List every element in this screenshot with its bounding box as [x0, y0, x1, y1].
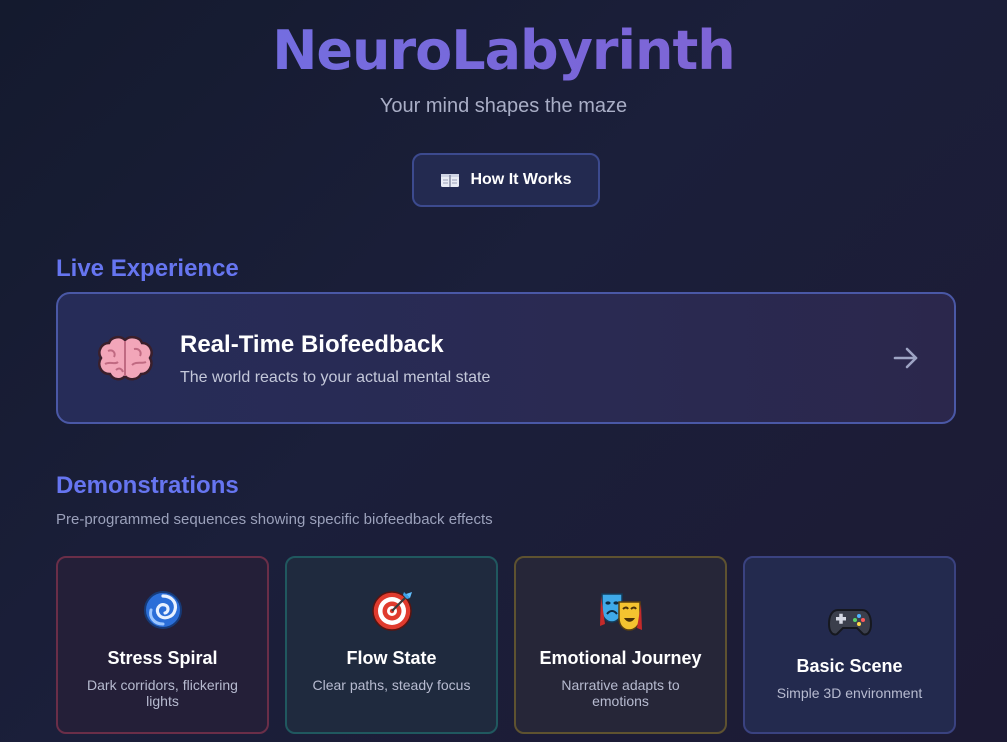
theater-masks-icon	[599, 593, 642, 631]
demo-card-stress-spiral[interactable]: Stress Spiral Dark corridors, flickering…	[56, 556, 269, 734]
book-icon	[441, 174, 460, 187]
demo-card-title: Basic Scene	[796, 656, 903, 676]
demo-card-flow-state[interactable]: Flow State Clear paths, steady focus	[285, 556, 498, 734]
card-description: The world reacts to your actual mental s…	[180, 369, 491, 386]
demo-card-description: Narrative adapts to emotions	[561, 677, 680, 709]
demo-card-title: Emotional Journey	[539, 648, 702, 668]
how-it-works-label: How It Works	[470, 171, 572, 188]
how-it-works-button[interactable]: How It Works	[412, 153, 600, 207]
app-title: NeuroLabyrinth	[0, 16, 1007, 86]
gamepad-icon	[827, 609, 872, 636]
demo-card-description: Clear paths, steady focus	[312, 677, 471, 693]
demonstrations-description: Pre-programmed sequences showing specifi…	[56, 511, 493, 528]
target-icon	[371, 591, 412, 631]
demo-card-description: Simple 3D environment	[776, 685, 923, 701]
demo-card-title: Flow State	[346, 648, 437, 668]
brain-icon	[98, 335, 153, 381]
arrow-right-icon	[893, 347, 918, 369]
demo-card-emotional-journey[interactable]: Emotional Journey Narrative adapts to em…	[514, 556, 727, 734]
cyclone-icon	[143, 591, 182, 629]
real-time-biofeedback-card[interactable]: Real-Time Biofeedback The world reacts t…	[56, 292, 956, 424]
page: NeuroLabyrinth Your mind shapes the maze…	[0, 0, 1007, 742]
demo-card-basic-scene[interactable]: Basic Scene Simple 3D environment	[743, 556, 956, 734]
hero: NeuroLabyrinth Your mind shapes the maze	[0, 16, 1007, 118]
live-experience-heading: Live Experience	[56, 255, 239, 282]
demo-card-title: Stress Spiral	[107, 648, 218, 668]
app-subtitle: Your mind shapes the maze	[379, 95, 628, 117]
demo-card-description: Dark corridors, flickering lights	[87, 677, 238, 709]
demonstrations-heading: Demonstrations	[56, 472, 239, 499]
card-title: Real-Time Biofeedback	[180, 331, 444, 358]
